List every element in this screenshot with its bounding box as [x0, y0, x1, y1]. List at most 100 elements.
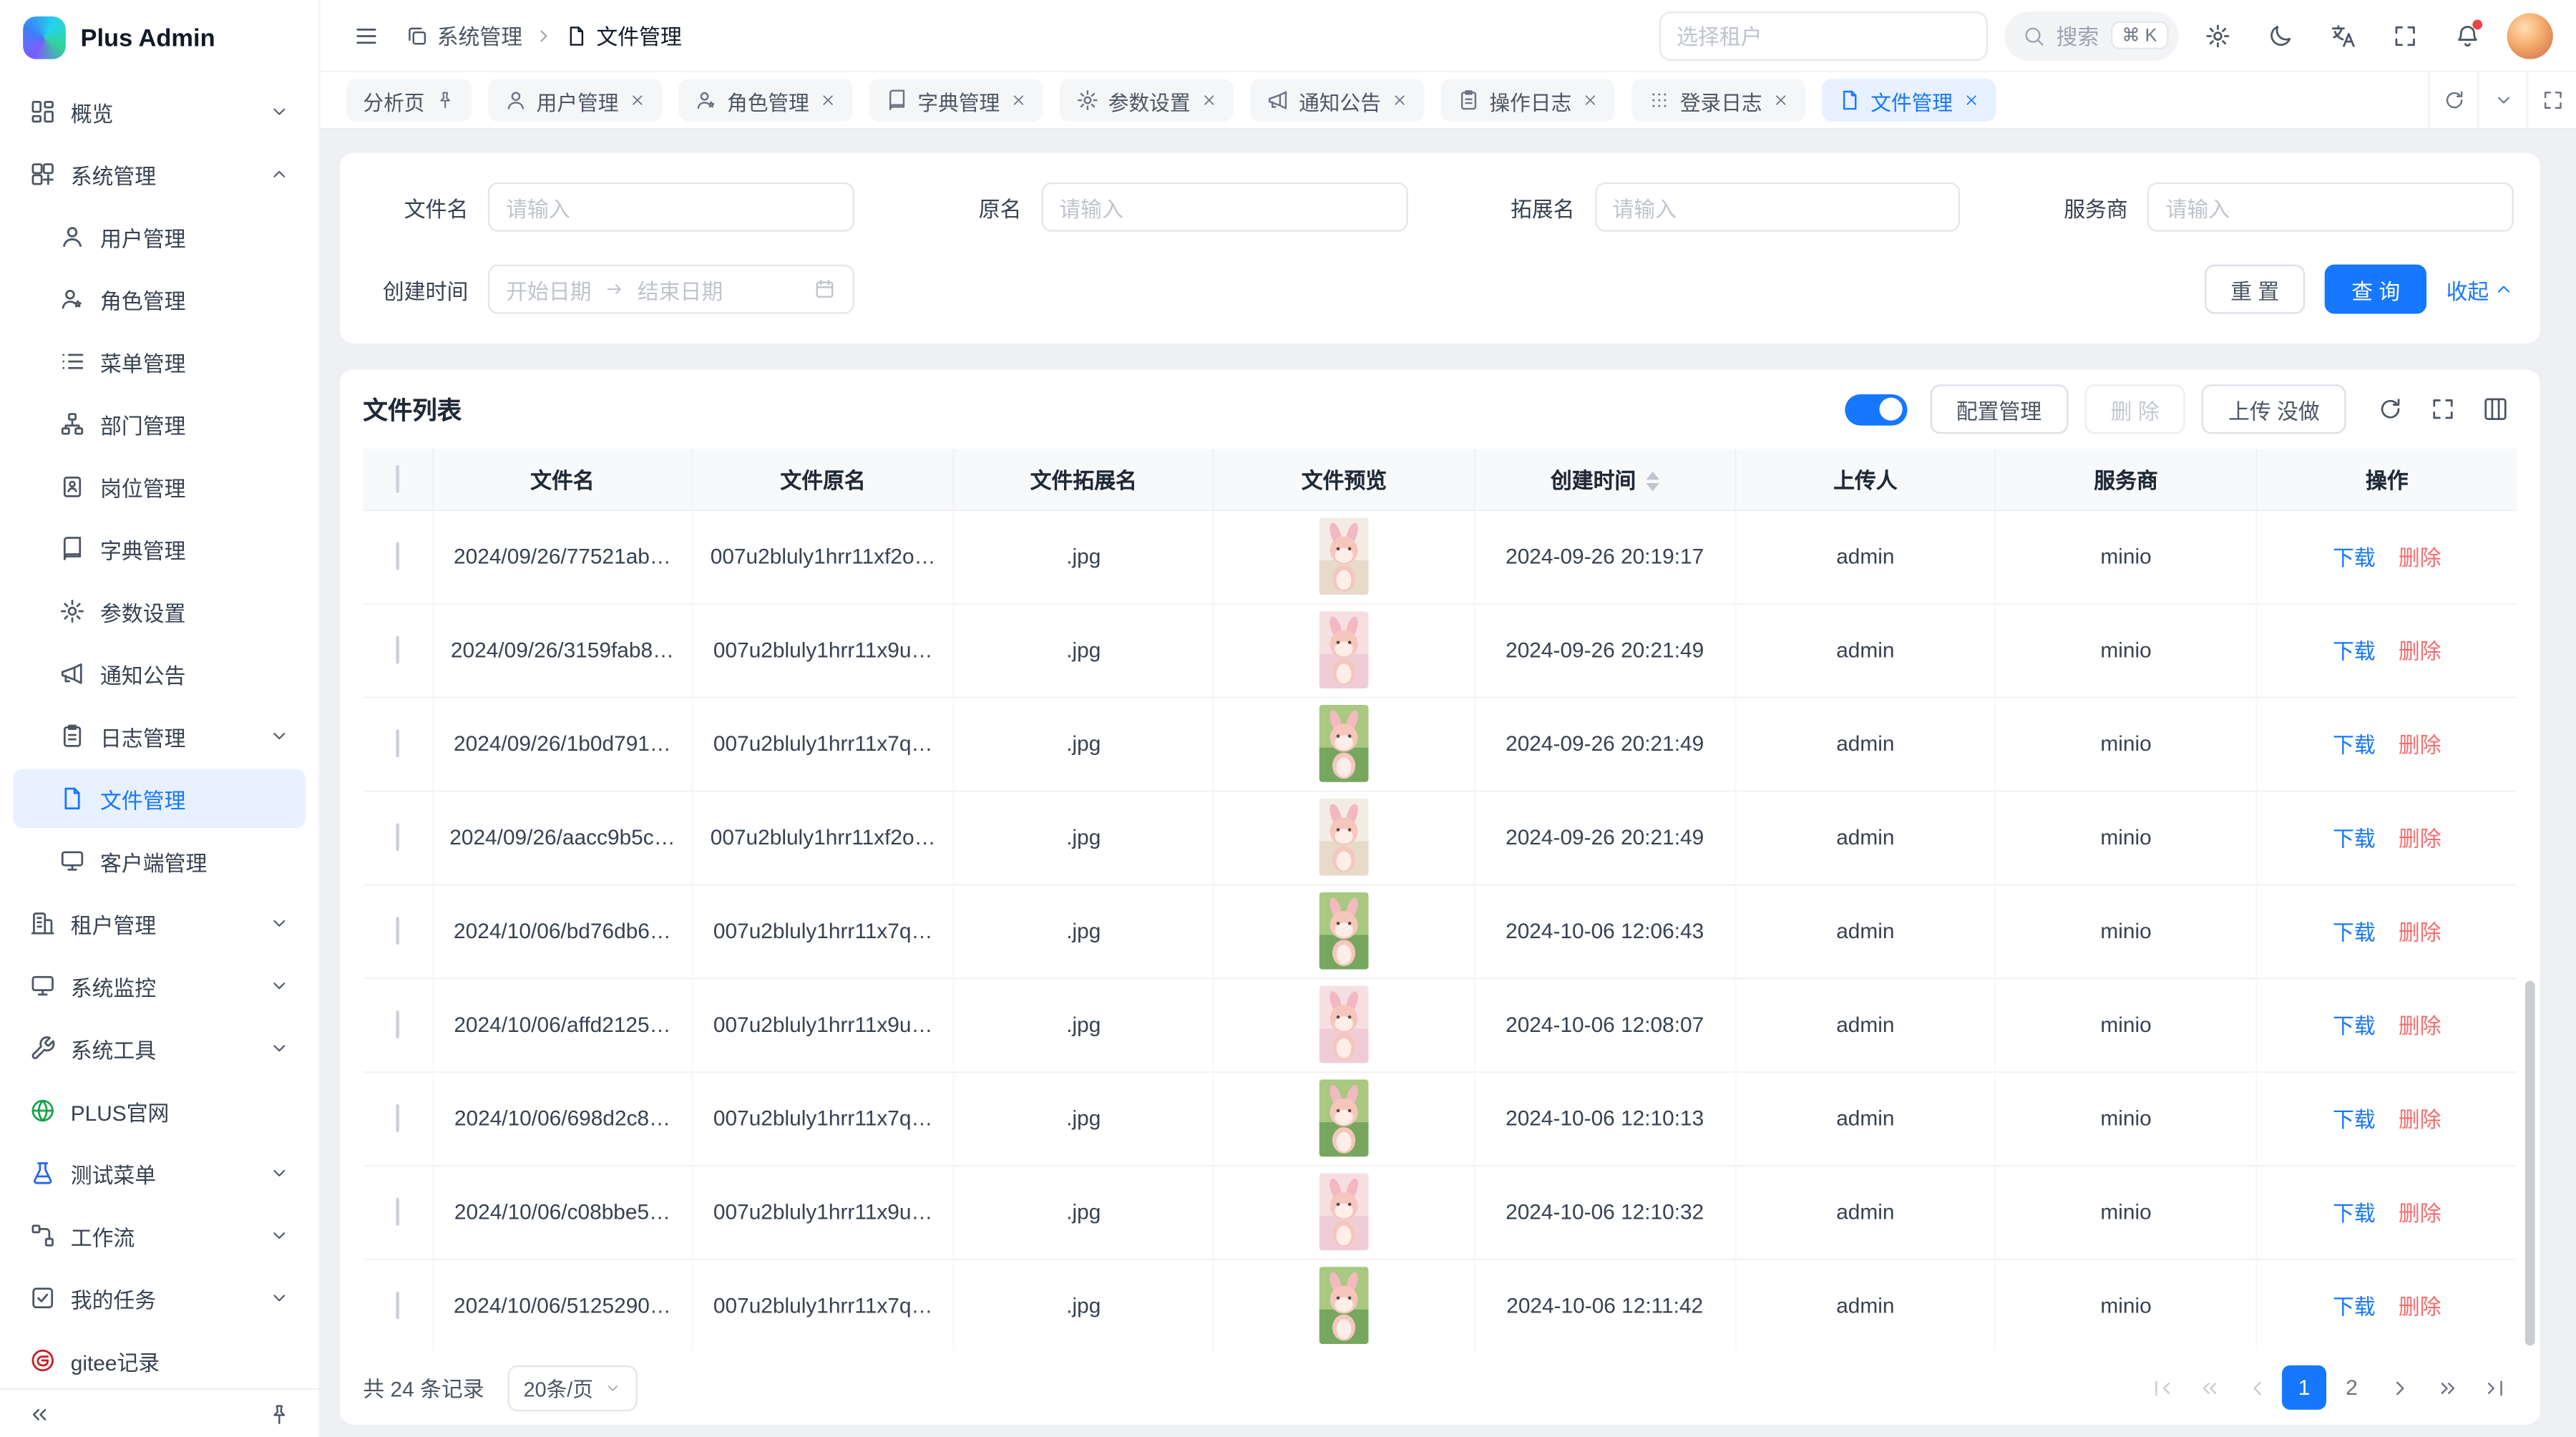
pagination-page-1[interactable]: 1	[2282, 1365, 2326, 1410]
download-link[interactable]: 下载	[2333, 545, 2376, 570]
tab-file[interactable]: 文件管理	[1821, 79, 1995, 122]
tab-close-button[interactable]	[1200, 92, 1216, 109]
tab-role[interactable]: 角色管理	[678, 79, 852, 122]
sidebar-item-tasks[interactable]: 我的任务	[13, 1268, 306, 1328]
sidebar-item-gitee[interactable]: gitee记录	[13, 1331, 306, 1388]
tab-close-button[interactable]	[628, 92, 645, 109]
file-preview-image[interactable]	[1319, 1173, 1369, 1250]
delete-link[interactable]: 删除	[2399, 1201, 2441, 1225]
settings-button[interactable]	[2195, 12, 2240, 58]
delete-link[interactable]: 删除	[2399, 1295, 2441, 1319]
pagination-next-jump-button[interactable]	[2425, 1365, 2469, 1410]
app-logo[interactable]: Plus Admin	[0, 0, 318, 76]
config-manage-button[interactable]: 配置管理	[1930, 384, 2068, 434]
sidebar-item-menu[interactable]: 菜单管理	[13, 332, 306, 391]
tab-loginlog[interactable]: 登录日志	[1631, 79, 1805, 122]
file-preview-image[interactable]	[1319, 1079, 1369, 1156]
sidebar-item-file[interactable]: 文件管理	[13, 769, 306, 828]
sidebar-item-dict[interactable]: 字典管理	[13, 520, 306, 579]
language-button[interactable]	[2320, 12, 2366, 58]
sidebar-item-log[interactable]: 日志管理	[13, 706, 306, 766]
sidebar-item-user[interactable]: 用户管理	[13, 207, 306, 266]
breadcrumb-item-file[interactable]: 文件管理	[565, 20, 682, 52]
sidebar-item-tenant[interactable]: 租户管理	[13, 894, 306, 953]
refresh-page-button[interactable]	[2428, 72, 2477, 128]
column-header-create-time[interactable]: 创建时间	[1475, 449, 1735, 510]
tab-close-button[interactable]	[1391, 92, 1407, 109]
tab-close-button[interactable]	[819, 92, 836, 109]
file-preview-image[interactable]	[1319, 986, 1369, 1063]
sidebar-item-overview[interactable]: 概览	[13, 82, 306, 142]
sidebar-item-client[interactable]: 客户端管理	[13, 832, 306, 891]
extension-input[interactable]: 请输入	[1594, 182, 1960, 232]
download-link[interactable]: 下载	[2333, 733, 2376, 757]
provider-input[interactable]: 请输入	[2147, 182, 2513, 232]
row-checkbox[interactable]	[396, 1104, 399, 1132]
sidebar-item-monitor[interactable]: 系统监控	[13, 956, 306, 1015]
delete-link[interactable]: 删除	[2399, 1014, 2441, 1038]
row-checkbox[interactable]	[396, 917, 399, 945]
sidebar-item-test[interactable]: 测试菜单	[13, 1144, 306, 1203]
download-link[interactable]: 下载	[2333, 1014, 2376, 1038]
tenant-select[interactable]: 选择租户	[1659, 11, 1987, 60]
collapse-sidebar-button[interactable]	[16, 1390, 62, 1436]
file-preview-image[interactable]	[1319, 705, 1369, 782]
upload-button[interactable]: 上传 没做	[2202, 384, 2346, 434]
tab-param[interactable]: 参数设置	[1059, 79, 1233, 122]
delete-link[interactable]: 删除	[2399, 920, 2441, 945]
filename-input[interactable]: 请输入	[488, 182, 854, 232]
select-all-checkbox[interactable]	[396, 464, 399, 492]
tab-user[interactable]: 用户管理	[487, 79, 661, 122]
content-fullscreen-button[interactable]	[2527, 72, 2576, 128]
notifications-button[interactable]	[2444, 12, 2490, 58]
table-fullscreen-button[interactable]	[2421, 388, 2464, 431]
row-checkbox[interactable]	[396, 823, 399, 851]
file-preview-image[interactable]	[1319, 799, 1369, 876]
pagination-first-button[interactable]	[2139, 1365, 2183, 1410]
tab-analysis[interactable]: 分析页	[346, 79, 470, 122]
column-settings-button[interactable]	[2474, 388, 2517, 431]
sidebar-item-post[interactable]: 岗位管理	[13, 457, 306, 516]
row-checkbox[interactable]	[396, 1010, 399, 1038]
pagination-next-button[interactable]	[2377, 1365, 2421, 1410]
sidebar-toggle-button[interactable]	[343, 12, 389, 58]
row-checkbox[interactable]	[396, 729, 399, 757]
delete-link[interactable]: 删除	[2399, 733, 2441, 757]
delete-link[interactable]: 删除	[2399, 1107, 2441, 1131]
pagination-prev-button[interactable]	[2234, 1365, 2278, 1410]
page-size-select[interactable]: 20条/页	[507, 1365, 638, 1411]
pagination-page-2[interactable]: 2	[2330, 1365, 2374, 1410]
delete-link[interactable]: 删除	[2399, 639, 2441, 663]
sidebar-item-tools[interactable]: 系统工具	[13, 1018, 306, 1078]
tab-close-button[interactable]	[1581, 92, 1598, 109]
sidebar-item-role[interactable]: 角色管理	[13, 270, 306, 329]
delete-selected-button[interactable]: 删 除	[2084, 384, 2185, 434]
pagination-prev-jump-button[interactable]	[2187, 1365, 2231, 1410]
collapse-filters-link[interactable]: 收起	[2446, 273, 2514, 305]
row-checkbox[interactable]	[396, 1198, 399, 1226]
tab-close-button[interactable]	[1772, 92, 1788, 109]
table-scrollbar-thumb[interactable]	[2525, 981, 2535, 1346]
file-preview-image[interactable]	[1319, 611, 1369, 688]
file-preview-image[interactable]	[1319, 1267, 1369, 1344]
tab-notice[interactable]: 通知公告	[1249, 79, 1423, 122]
delete-link[interactable]: 删除	[2399, 545, 2441, 570]
sidebar-item-system[interactable]: 系统管理	[13, 145, 306, 204]
origin-name-input[interactable]: 请输入	[1041, 182, 1407, 232]
sidebar-item-plus-site[interactable]: PLUS官网	[13, 1081, 306, 1141]
tab-close-button[interactable]	[1010, 92, 1026, 109]
tab-options-button[interactable]	[2477, 72, 2527, 128]
breadcrumb-item-system[interactable]: 系统管理	[406, 20, 522, 52]
download-link[interactable]: 下载	[2333, 920, 2376, 945]
reset-button[interactable]: 重 置	[2205, 265, 2306, 314]
download-link[interactable]: 下载	[2333, 639, 2376, 663]
tab-oplog[interactable]: 操作日志	[1440, 79, 1614, 122]
avatar[interactable]	[2507, 12, 2553, 58]
delete-link[interactable]: 删除	[2399, 827, 2441, 851]
global-search[interactable]: 搜索 ⌘ K	[2004, 11, 2178, 60]
file-preview-image[interactable]	[1319, 892, 1369, 970]
download-link[interactable]: 下载	[2333, 1107, 2376, 1131]
toggle-switch[interactable]	[1845, 394, 1907, 425]
sort-icons[interactable]	[1646, 472, 1659, 492]
file-preview-image[interactable]	[1319, 517, 1369, 595]
